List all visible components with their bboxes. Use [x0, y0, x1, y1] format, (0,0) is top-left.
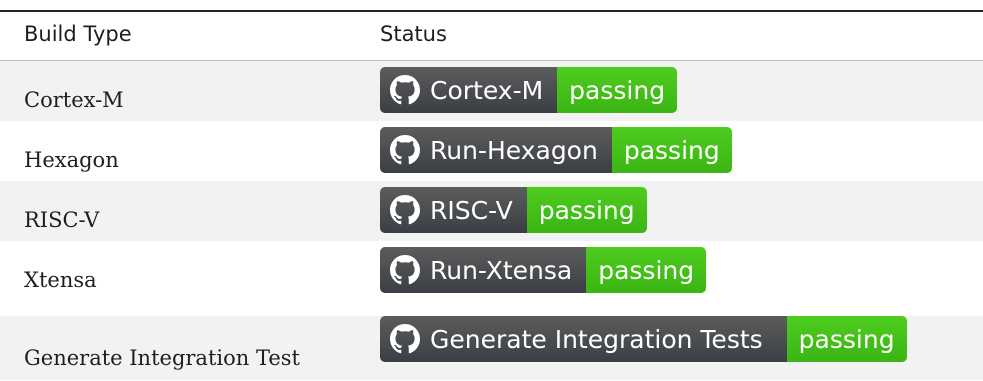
- badge-label-text: RISC-V: [430, 195, 513, 225]
- table-row: RISC-V RISC-V passing: [0, 181, 983, 241]
- github-icon: [390, 324, 420, 354]
- github-icon: [390, 135, 420, 165]
- table-row: Hexagon Run-Hexagon passing: [0, 121, 983, 181]
- badge-status: passing: [786, 316, 907, 362]
- github-icon: [390, 255, 420, 285]
- build-type-cell: Hexagon: [24, 148, 119, 172]
- hexagon-status-badge[interactable]: Run-Hexagon passing: [380, 127, 732, 173]
- build-type-cell: Generate Integration Test: [24, 346, 300, 370]
- risc-v-status-badge[interactable]: RISC-V passing: [380, 187, 647, 233]
- badge-label: Cortex-M: [380, 67, 558, 113]
- badge-status: passing: [526, 187, 647, 233]
- table-row: Cortex-M Cortex-M passing: [0, 61, 983, 121]
- badge-label-text: Run-Xtensa: [430, 255, 573, 285]
- build-type-cell: RISC-V: [24, 208, 100, 232]
- badge-status: passing: [557, 67, 678, 113]
- table-row: Generate Integration Test Generate Integ…: [0, 316, 983, 380]
- badge-label: Run-Hexagon: [380, 127, 612, 173]
- generate-integration-tests-status-badge[interactable]: Generate Integration Tests passing: [380, 316, 907, 362]
- badge-label-text: Cortex-M: [430, 75, 544, 105]
- badge-label-text: Generate Integration Tests: [430, 324, 763, 354]
- build-type-cell: Cortex-M: [24, 88, 124, 112]
- table-header: Build Type Status: [0, 12, 983, 61]
- header-status: Status: [380, 22, 447, 46]
- badge-label-text: Run-Hexagon: [430, 135, 598, 165]
- github-icon: [390, 195, 420, 225]
- badge-status: passing: [586, 247, 707, 293]
- build-type-cell: Xtensa: [24, 268, 97, 292]
- table-row: Xtensa Run-Xtensa passing: [0, 241, 983, 301]
- github-icon: [390, 75, 420, 105]
- badge-status: passing: [611, 127, 732, 173]
- badge-label: Generate Integration Tests: [380, 316, 787, 362]
- header-build-type: Build Type: [24, 22, 132, 46]
- build-status-table: Build Type Status Cortex-M Cortex-M pass…: [0, 0, 983, 381]
- cortex-m-status-badge[interactable]: Cortex-M passing: [380, 67, 678, 113]
- badge-label: RISC-V: [380, 187, 527, 233]
- badge-label: Run-Xtensa: [380, 247, 587, 293]
- xtensa-status-badge[interactable]: Run-Xtensa passing: [380, 247, 707, 293]
